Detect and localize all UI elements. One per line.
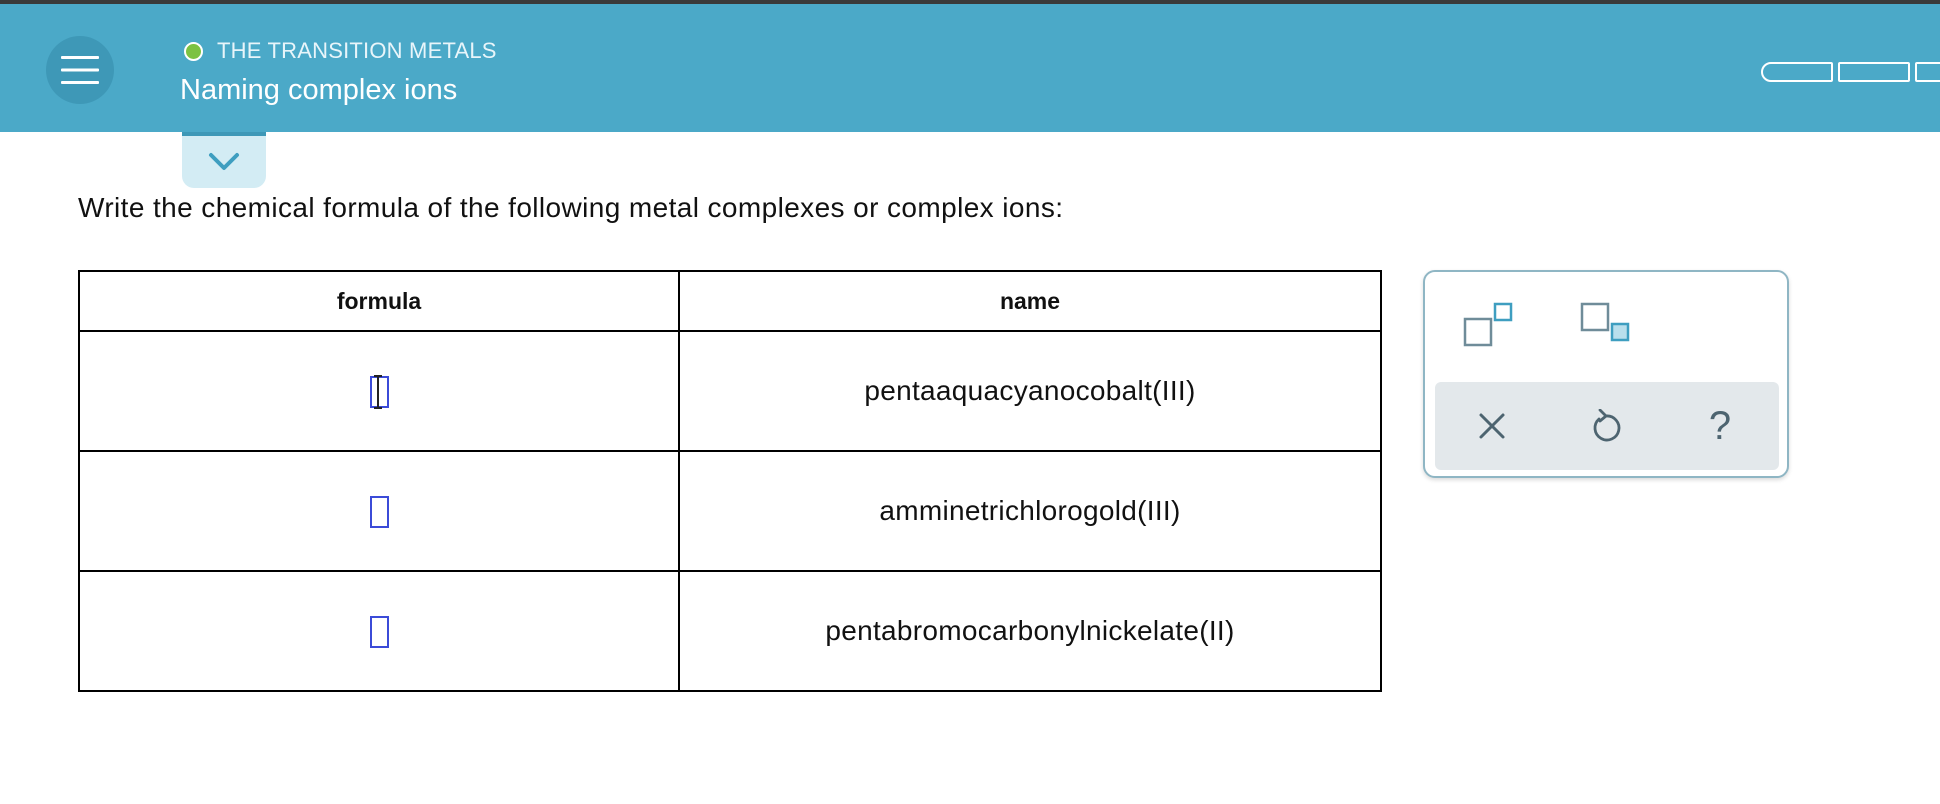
help-icon: ? [1708, 403, 1732, 448]
progress-indicator [1761, 62, 1940, 82]
formula-input[interactable] [369, 495, 389, 528]
progress-segment [1761, 62, 1833, 82]
collapse-header-button[interactable] [182, 132, 266, 188]
help-button[interactable]: ? [1698, 404, 1742, 448]
formula-input[interactable] [369, 615, 389, 648]
table-row: pentaaquacyanocobalt(III) [78, 330, 1382, 452]
table-row: pentabromocarbonylnickelate(II) [78, 570, 1382, 692]
text-cursor-icon [373, 374, 382, 409]
clear-button[interactable] [1470, 404, 1514, 448]
progress-segment [1915, 62, 1940, 82]
formula-tools-panel: ? [1423, 270, 1789, 478]
superscript-icon [1463, 302, 1513, 347]
chevron-down-icon [209, 153, 239, 170]
complex-name: amminetrichlorogold(III) [678, 450, 1382, 572]
subscript-icon [1580, 302, 1630, 342]
tools-action-bar: ? [1435, 382, 1779, 470]
subject-text: THE TRANSITION METALS [217, 38, 497, 63]
formula-column-header: formula [78, 270, 680, 332]
close-icon [1479, 413, 1505, 439]
subscript-button[interactable] [1580, 302, 1632, 353]
topic-title: Naming complex ions [180, 74, 458, 106]
subject-label: THE TRANSITION METALS [184, 38, 497, 64]
undo-icon [1593, 409, 1621, 442]
answer-table: formula name pentaaquacyanocobalt(III) a… [78, 270, 1382, 692]
complex-name: pentaaquacyanocobalt(III) [678, 330, 1382, 452]
name-column-header: name [678, 270, 1382, 332]
menu-button[interactable] [46, 36, 114, 104]
progress-segment [1838, 62, 1910, 82]
superscript-button[interactable] [1463, 302, 1515, 353]
complex-name: pentabromocarbonylnickelate(II) [678, 570, 1382, 692]
formula-input[interactable] [369, 374, 389, 409]
status-dot-icon [184, 41, 203, 61]
formula-cell [78, 330, 680, 452]
hamburger-icon [61, 56, 99, 84]
question-instructions: Write the chemical formula of the follow… [78, 192, 1064, 223]
formula-cell [78, 570, 680, 692]
undo-button[interactable] [1584, 404, 1628, 448]
table-row: amminetrichlorogold(III) [78, 450, 1382, 572]
formula-cell [78, 450, 680, 572]
app-header: THE TRANSITION METALS Naming complex ion… [0, 4, 1940, 132]
